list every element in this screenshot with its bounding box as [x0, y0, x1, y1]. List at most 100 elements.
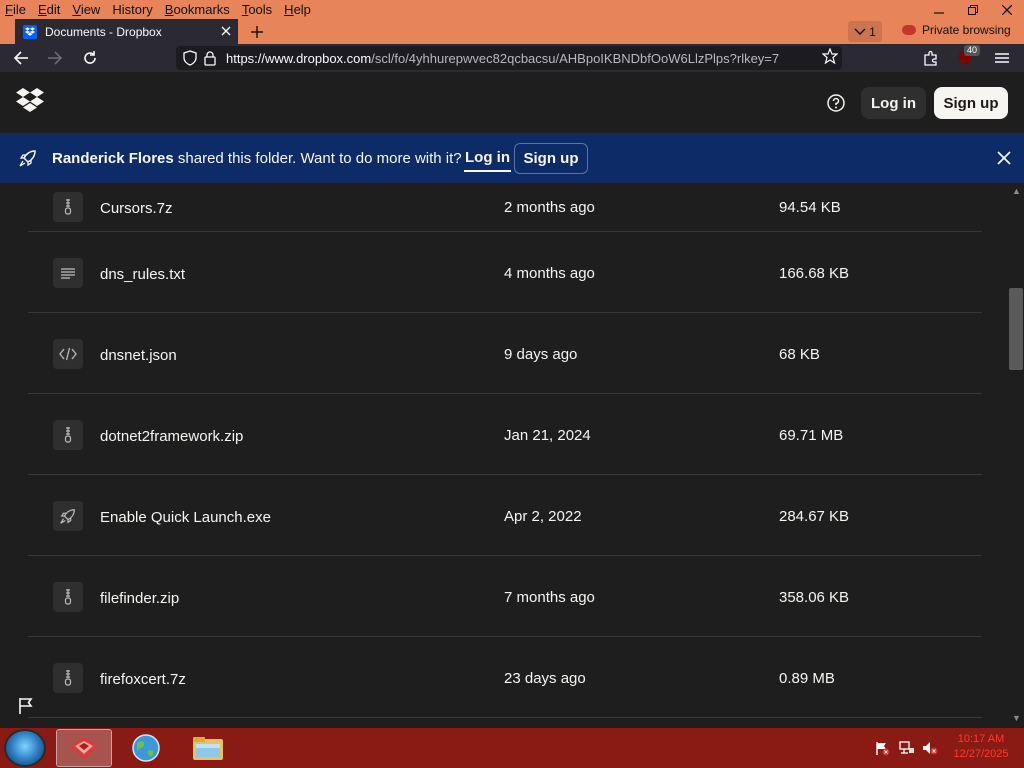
extensions-button[interactable] [920, 48, 942, 68]
tracking-protection-shield-icon[interactable] [182, 50, 198, 66]
ublock-blocked-count-badge: 40 [964, 45, 981, 56]
file-modified: Jan 21, 2024 [504, 427, 591, 444]
address-bar[interactable]: https://www.dropbox.com/scl/fo/4yhhurepw… [176, 46, 842, 70]
menu-tools[interactable]: Tools [236, 0, 278, 19]
app-menu-button[interactable] [991, 48, 1013, 68]
back-button[interactable] [10, 48, 32, 68]
code-file-icon [53, 339, 83, 369]
lock-icon[interactable] [202, 50, 218, 66]
tab-documents-dropbox[interactable]: Documents - Dropbox [15, 19, 238, 44]
banner-login-link[interactable]: Log in [464, 145, 511, 172]
zip-icon [53, 192, 83, 222]
file-name[interactable]: dotnet2framework.zip [100, 428, 243, 445]
header-signup-button[interactable]: Sign up [934, 87, 1008, 119]
network-icon[interactable] [899, 740, 915, 756]
file-row[interactable]: filefinder.zip 7 months ago 358.06 KB [28, 556, 982, 637]
start-button[interactable] [4, 729, 46, 767]
dropbox-logo-icon[interactable] [16, 88, 44, 112]
file-row[interactable]: dotnet2framework.zip Jan 21, 2024 69.71 … [28, 394, 982, 475]
shared-folder-banner: Randerick Flores shared this folder. Wan… [0, 133, 1024, 183]
file-name[interactable]: firefoxcert.7z [100, 671, 186, 688]
star-icon [821, 47, 839, 65]
tab-close-button[interactable] [214, 25, 238, 39]
scroll-down-arrow-icon[interactable]: ▼ [1012, 713, 1021, 723]
menu-edit[interactable]: Edit [32, 0, 66, 19]
page-scrollbar[interactable]: ▲ ▼ [1008, 183, 1024, 728]
tab-bar: Documents - Dropbox 1 Private browsing [0, 19, 1024, 44]
private-browsing-label: Private browsing [922, 23, 1011, 37]
file-row[interactable]: Cursors.7z 2 months ago 94.54 KB [28, 183, 982, 232]
file-modified: 4 months ago [504, 265, 595, 282]
minimize-icon [934, 11, 944, 14]
folder-owner-name: Randerick Flores [52, 150, 174, 167]
restore-button[interactable] [956, 0, 990, 19]
menu-bookmarks[interactable]: Bookmarks [159, 0, 236, 19]
tab-count: 1 [869, 24, 876, 39]
file-name[interactable]: filefinder.zip [100, 590, 179, 607]
dropbox-favicon-icon [23, 24, 37, 39]
plus-icon [251, 26, 263, 38]
file-modified: 23 days ago [504, 670, 586, 687]
file-row[interactable]: Enable Quick Launch.exe Apr 2, 2022 284.… [28, 475, 982, 556]
banner-close-button[interactable] [994, 148, 1014, 168]
window-controls [922, 0, 1024, 19]
file-size: 166.68 KB [779, 265, 850, 282]
url-text[interactable]: https://www.dropbox.com/scl/fo/4yhhurepw… [226, 51, 818, 66]
file-size: 94.54 KB [779, 199, 841, 216]
scroll-up-arrow-icon[interactable]: ▲ [1012, 186, 1021, 196]
close-icon [1002, 4, 1012, 15]
zip-icon [53, 420, 83, 450]
taskbar-app-browser[interactable] [56, 729, 112, 767]
forward-button[interactable] [44, 48, 66, 68]
private-mask-icon [902, 25, 916, 35]
banner-message: Randerick Flores shared this folder. Wan… [52, 150, 462, 167]
executable-icon [53, 501, 83, 531]
file-name[interactable]: Enable Quick Launch.exe [100, 509, 271, 526]
zip-icon [53, 582, 83, 612]
back-arrow-icon [13, 51, 28, 65]
action-center-flag-icon[interactable] [874, 740, 890, 756]
minimize-button[interactable] [922, 0, 956, 19]
dropbox-header: Log in Sign up [0, 72, 1024, 133]
file-modified: 7 months ago [504, 589, 595, 606]
scrollbar-thumb[interactable] [1009, 288, 1023, 370]
private-browsing-indicator: Private browsing [902, 23, 1011, 37]
file-size: 0.89 MB [779, 670, 835, 687]
file-row[interactable]: dnsnet.json 9 days ago 68 KB [28, 313, 982, 394]
restore-icon [968, 4, 978, 15]
file-name[interactable]: dns_rules.txt [100, 266, 185, 283]
folder-app-icon [193, 737, 223, 760]
bookmark-star-button[interactable] [818, 47, 842, 68]
report-flag-icon[interactable] [14, 694, 38, 718]
file-row[interactable]: dns_rules.txt 4 months ago 166.68 KB [28, 232, 982, 313]
close-tab-icon [221, 26, 231, 35]
globe-app-icon [132, 734, 160, 762]
file-size: 68 KB [779, 346, 820, 363]
zip-icon [53, 663, 83, 693]
tab-list-button[interactable]: 1 [848, 21, 882, 42]
file-row[interactable]: firefoxcert.7z 23 days ago 0.89 MB [28, 637, 982, 718]
system-clock[interactable]: 10:17 AM 12/27/2025 [950, 732, 1012, 762]
menu-view[interactable]: View [66, 0, 106, 19]
file-size: 358.06 KB [779, 589, 850, 606]
menu-history[interactable]: History [106, 0, 158, 19]
tab-title: Documents - Dropbox [45, 24, 162, 39]
help-icon[interactable] [826, 93, 846, 113]
volume-muted-icon[interactable] [922, 740, 938, 756]
windows-taskbar: 10:17 AM 12/27/2025 [0, 728, 1024, 768]
forward-arrow-icon [48, 51, 63, 65]
file-name[interactable]: dnsnet.json [100, 347, 177, 364]
file-size: 69.71 MB [779, 427, 844, 444]
taskbar-app-chrome[interactable] [118, 729, 174, 767]
close-window-button[interactable] [990, 0, 1024, 19]
taskbar-app-file-explorer[interactable] [180, 729, 236, 767]
file-modified: 2 months ago [504, 199, 595, 216]
header-login-button[interactable]: Log in [861, 87, 926, 119]
menu-help[interactable]: Help [278, 0, 317, 19]
file-name[interactable]: Cursors.7z [100, 200, 173, 217]
reload-button[interactable] [79, 48, 101, 68]
menu-bar: File Edit View History Bookmarks Tools H… [0, 0, 1024, 19]
menu-file[interactable]: File [0, 0, 32, 19]
new-tab-button[interactable] [245, 21, 269, 43]
banner-signup-button[interactable]: Sign up [514, 143, 588, 174]
